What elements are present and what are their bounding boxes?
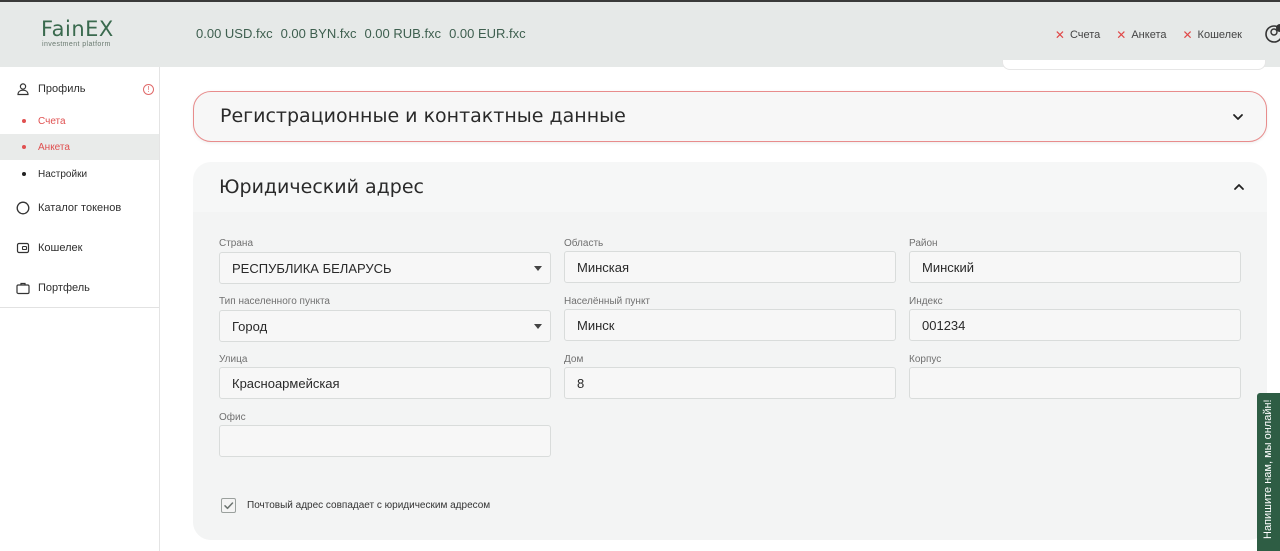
sidebar-subitem-label: Настройки [38,168,88,180]
accordion-header[interactable]: Юридический адрес [193,162,1267,212]
postcode-label: Индекс [909,296,943,307]
sidebar-item-label: Портфель [38,282,90,294]
bullet-icon [22,172,26,176]
address-form: Страна РЕСПУБЛИКА БЕЛАРУСЬ Область Минск… [193,212,1267,540]
user-icon [17,83,29,96]
country-select[interactable]: РЕСПУБЛИКА БЕЛАРУСЬ [219,252,551,284]
status-link-accounts[interactable]: ✕ Счета [1055,29,1100,41]
accordion-legal-address: Юридический адрес Страна РЕСПУБЛИКА БЕЛА… [193,162,1267,540]
sidebar-item-token-catalog[interactable]: Каталог токенов [0,200,159,216]
chevron-down-icon [1233,114,1243,120]
status-link-questionnaire[interactable]: ✕ Анкета [1116,29,1166,41]
balances: 0.00 USD.fxc 0.00 BYN.fxc 0.00 RUB.fxc 0… [196,26,526,41]
x-icon: ✕ [1116,28,1127,42]
settlement-type-label: Тип населенного пункта [219,296,330,307]
status-link-label: Кошелек [1197,29,1242,41]
building-label: Корпус [909,354,942,365]
status-link-label: Анкета [1131,29,1167,41]
x-icon: ✕ [1054,28,1065,42]
settlement-label: Населённый пункт [564,296,651,307]
logo-name: FainEX [41,17,114,41]
card-edge [1002,60,1266,70]
settlement-type-select[interactable]: Город [219,310,551,342]
balance-rub: 0.00 RUB.fxc [364,26,442,41]
status-link-wallet[interactable]: ✕ Кошелек [1182,29,1242,41]
top-header: FainEX investment platform 0.00 USD.fxc … [0,0,1280,67]
user-menu-icon[interactable] [1262,22,1280,46]
district-label: Район [909,238,938,249]
accordion-title: Юридический адрес [219,176,424,198]
accordion-registration[interactable]: Регистрационные и контактные данные [193,91,1267,142]
house-input[interactable]: 8 [564,367,896,399]
x-icon: ✕ [1182,28,1193,42]
balance-eur: 0.00 EUR.fxc [449,26,526,41]
sidebar-divider [0,307,159,308]
sidebar-subitem-label: Анкета [38,141,70,153]
status-link-label: Счета [1069,29,1101,41]
balance-byn: 0.00 BYN.fxc [280,26,357,41]
postcode-input[interactable]: 001234 [909,309,1241,341]
street-label: Улица [219,354,248,365]
sidebar-item-label: Кошелек [38,242,83,254]
chat-tab-label: Напишите нам, мы онлайн! [1262,399,1274,539]
checkmark-icon [224,502,234,510]
logo-tagline: investment platform [42,41,111,48]
office-label: Офис [219,412,246,423]
chevron-up-icon [1234,184,1244,190]
briefcase-icon [16,282,30,295]
building-input[interactable] [909,367,1241,399]
sidebar-item-label: Профиль [38,83,86,95]
accordion-title: Регистрационные и контактные данные [220,105,626,127]
bullet-icon [22,145,26,149]
onboarding-status: ✕ Счета ✕ Анкета ✕ Кошелек [1055,29,1242,41]
sidebar-subitem-label: Счета [38,115,66,127]
district-input[interactable]: Минский [909,251,1241,283]
postal-same-label: Почтовый адрес совпадает с юридическим а… [247,500,491,511]
office-input[interactable] [219,425,551,457]
sidebar-item-label: Каталог токенов [38,202,122,214]
sidebar-subitem-settings[interactable]: Настройки [0,161,159,187]
street-input[interactable]: Красноармейская [219,367,551,399]
country-label: Страна [219,238,254,249]
sidebar-subitem-accounts[interactable]: Счета [0,108,159,134]
chat-tab[interactable]: Напишите нам, мы онлайн! [1257,393,1280,551]
wallet-icon [16,242,30,254]
sidebar-item-profile[interactable]: Профиль ! [0,81,159,97]
house-label: Дом [564,354,584,365]
sidebar-item-portfolio[interactable]: Портфель [0,280,159,296]
logo[interactable]: FainEX investment platform [41,18,121,49]
sidebar-item-wallet[interactable]: Кошелек [0,240,159,256]
sidebar: Профиль ! Счета Анкета Настройки Каталог… [0,67,160,551]
bullet-icon [22,119,26,123]
region-input[interactable]: Минская [564,251,896,283]
region-label: Область [564,238,604,249]
settlement-input[interactable]: Минск [564,309,896,341]
circle-icon [16,201,30,215]
postal-same-checkbox[interactable] [221,498,236,513]
balance-usd: 0.00 USD.fxc [196,26,273,41]
alert-icon: ! [143,83,154,95]
postal-same-checkbox-row[interactable]: Почтовый адрес совпадает с юридическим а… [221,498,490,513]
sidebar-subitem-questionnaire[interactable]: Анкета [0,134,159,160]
